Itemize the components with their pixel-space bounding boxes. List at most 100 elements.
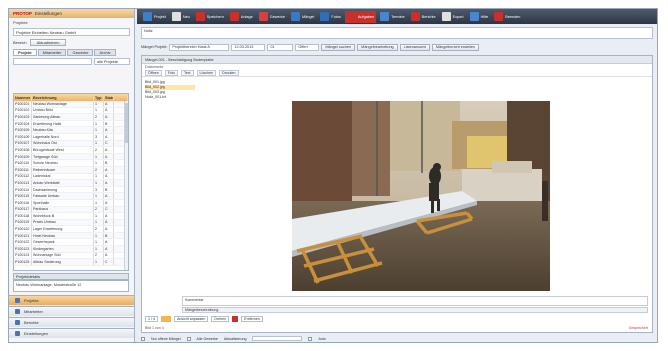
table-row[interactable]: P100101 Neubau Wohnanlage 1 A bbox=[14, 101, 128, 108]
table-row[interactable]: P100124 Wohnanlage Süd 2 A bbox=[14, 252, 128, 260]
table-row[interactable]: P100121 Hotel Neubau 1 B bbox=[14, 232, 128, 240]
table-row[interactable]: P100106 Lagerhalle Nord 3 A bbox=[14, 133, 128, 141]
fit-view-button[interactable]: Ansicht anpassen bbox=[174, 316, 209, 322]
toolbar-button-4[interactable]: Gewerke bbox=[257, 11, 287, 23]
table-row[interactable]: P100125 Altbau Sanierung 1 C bbox=[14, 259, 128, 266]
table-cell: 1 bbox=[94, 219, 104, 226]
toolbar-button-9[interactable]: Berichte bbox=[409, 11, 438, 23]
tab-gewerke[interactable]: Gewerke bbox=[67, 49, 94, 56]
edit-defects-button[interactable]: Mängelbearbeitung bbox=[357, 43, 398, 51]
table-row[interactable]: P100110 Schule Neubau 1 B bbox=[14, 160, 128, 167]
nav-mitarbeiter[interactable]: Mitarbeiter bbox=[9, 306, 134, 316]
tab-mitarbeiter[interactable]: Mitarbeiter bbox=[37, 49, 67, 56]
tab-archiv[interactable]: Archiv bbox=[94, 49, 116, 56]
print-button[interactable]: Drucken bbox=[219, 70, 239, 76]
table-cell: P100114 bbox=[14, 186, 32, 193]
main-area: Projekt Neu Speichern Anlage Gewerke Mängel Fo… bbox=[137, 9, 657, 342]
toolbar-button-11[interactable]: Hilfe bbox=[468, 11, 491, 23]
comment-field[interactable]: Kommentar bbox=[182, 296, 648, 306]
col-bezeichnung[interactable]: Bezeichnung bbox=[32, 94, 94, 101]
table-row[interactable]: P100103 Sanierung Altbau 2 A bbox=[14, 114, 128, 121]
refresh-button[interactable]: Aktualisieren bbox=[29, 39, 67, 46]
table-row[interactable]: P100111 Reihenhäuser 2 A bbox=[14, 166, 128, 174]
table-row[interactable]: P100105 Neubau Kita 1 A bbox=[14, 127, 128, 134]
col-typ[interactable]: Typ bbox=[94, 94, 104, 101]
open-button[interactable]: Öffnen bbox=[145, 70, 162, 76]
image-count: Bild 1 von 4 bbox=[145, 326, 164, 330]
toolbar-button-5[interactable]: Mängel bbox=[289, 11, 316, 23]
description-field[interactable]: Mängelbeschreibung bbox=[182, 307, 648, 313]
col-nummer[interactable]: Nummer bbox=[14, 94, 32, 101]
rotate-button[interactable]: Drehen bbox=[211, 316, 230, 322]
nav-berichte[interactable]: Berichte bbox=[9, 317, 134, 327]
table-row[interactable]: P100104 Erweiterung Halle 1 B bbox=[14, 120, 128, 128]
page-indicator[interactable]: 1 / 4 bbox=[145, 316, 158, 322]
toolbar-label: Fotos bbox=[331, 14, 341, 19]
tab-projekt[interactable]: Projekt bbox=[13, 49, 37, 56]
number-field[interactable]: 01 bbox=[267, 43, 294, 51]
table-row[interactable]: P100123 Kindergarten 1 A bbox=[14, 246, 128, 253]
search-defects-button[interactable]: Mängel suchen bbox=[321, 43, 356, 51]
toolbar-button-1[interactable]: Neu bbox=[170, 11, 192, 23]
toolbar-icon bbox=[441, 12, 451, 21]
table-cell: A bbox=[104, 193, 114, 199]
table-row[interactable]: P100117 Parkhaus 2 C bbox=[14, 206, 128, 214]
search-input[interactable] bbox=[13, 58, 92, 65]
remove-button[interactable]: Entfernen bbox=[241, 316, 263, 322]
project-field[interactable]: Projekte Einheiten Neubau GmbH bbox=[13, 28, 130, 36]
toolbar-button-2[interactable]: Speichern bbox=[194, 11, 226, 23]
toolbar-button-7[interactable]: Aufgaben bbox=[344, 10, 377, 23]
area-field[interactable]: Projektbereich Haus A bbox=[169, 43, 230, 51]
scroll-thumb[interactable] bbox=[125, 103, 128, 143]
app-window: PROTOP Einstellungen Projekte Projekte E… bbox=[8, 8, 658, 343]
status-field[interactable]: Offen bbox=[295, 43, 320, 51]
toolbar-button-10[interactable]: Export bbox=[440, 11, 466, 23]
prev-arrow-icon[interactable] bbox=[161, 316, 171, 322]
refresh-field[interactable] bbox=[252, 336, 303, 341]
toolbar-label: Anlage bbox=[240, 14, 253, 19]
all-trades-checkbox[interactable] bbox=[186, 336, 191, 341]
col-extra[interactable] bbox=[114, 94, 128, 101]
table-row[interactable]: P100120 Lager Erweiterung 2 A bbox=[14, 226, 128, 233]
list-item[interactable]: Notiz_001.txt bbox=[145, 95, 195, 100]
auto-checkbox[interactable] bbox=[308, 336, 313, 341]
toolbar-button-12[interactable]: Beenden bbox=[492, 11, 522, 23]
text-button[interactable]: Text bbox=[180, 70, 194, 76]
toolbar-button-8[interactable]: Termine bbox=[378, 11, 407, 23]
nav-label: Mitarbeiter bbox=[24, 309, 43, 314]
photo-button[interactable]: Foto bbox=[164, 70, 178, 76]
project-filter-dropdown[interactable]: alle Projekte bbox=[94, 58, 130, 65]
table-row[interactable]: P100108 Bürogebäude West 2 A bbox=[14, 147, 128, 154]
toolbar-button-0[interactable]: Projekt bbox=[141, 11, 168, 23]
nav-einstellungen[interactable]: Einstellungen bbox=[9, 328, 134, 338]
toolbar-label: Mängel bbox=[301, 14, 315, 19]
delete-button[interactable]: Löschen bbox=[196, 70, 217, 76]
nav-projekte[interactable]: Projekte bbox=[9, 295, 134, 305]
table-row[interactable]: P100102 Umbau Büro 1 A bbox=[14, 107, 128, 115]
table-row[interactable]: P100116 Sporthalle 1 A bbox=[14, 199, 128, 207]
table-row[interactable]: P100122 Gewerbepark 1 A bbox=[14, 239, 128, 247]
table-cell: 1 bbox=[94, 127, 104, 133]
table-scrollbar[interactable] bbox=[124, 101, 128, 270]
remove-icon[interactable] bbox=[232, 316, 239, 322]
toolbar-label: Hilfe bbox=[480, 14, 489, 19]
list-view-button[interactable]: Listenansicht bbox=[399, 43, 430, 51]
table-cell: A bbox=[104, 246, 114, 252]
col-status[interactable]: Status bbox=[104, 94, 114, 101]
table-row[interactable]: P100109 Tiefgarage Süd 1 A bbox=[14, 153, 128, 161]
table-row[interactable]: P100112 Ladenlokal 1 A bbox=[14, 173, 128, 181]
table-row[interactable]: P100118 Wohnblock B1A bbox=[14, 213, 128, 220]
toolbar-button-6[interactable]: Fotos bbox=[318, 11, 343, 23]
app-title-bar: PROTOP Einstellungen bbox=[9, 9, 134, 18]
date-field[interactable]: 12.03.2013 bbox=[231, 43, 266, 51]
table-row[interactable]: P100113 Anbau Werkstatt 1 A bbox=[14, 180, 128, 187]
table-cell: P100108 bbox=[14, 147, 32, 153]
table-row[interactable]: P100107 Wohnhaus Ost 1 C bbox=[14, 140, 128, 148]
table-row[interactable]: P100114 Dachsanierung 3 B bbox=[14, 186, 128, 194]
open-only-checkbox[interactable] bbox=[141, 336, 145, 341]
table-row[interactable]: P100119 Praxis Umbau 1 A bbox=[14, 219, 128, 227]
toolbar-button-3[interactable]: Anlage bbox=[228, 11, 255, 23]
table-row[interactable]: P100115 Fassade Umbau 1 A bbox=[14, 193, 128, 200]
note-field[interactable]: Notiz bbox=[141, 27, 653, 39]
create-report-button[interactable]: Mängelbericht erstellen bbox=[431, 43, 480, 51]
